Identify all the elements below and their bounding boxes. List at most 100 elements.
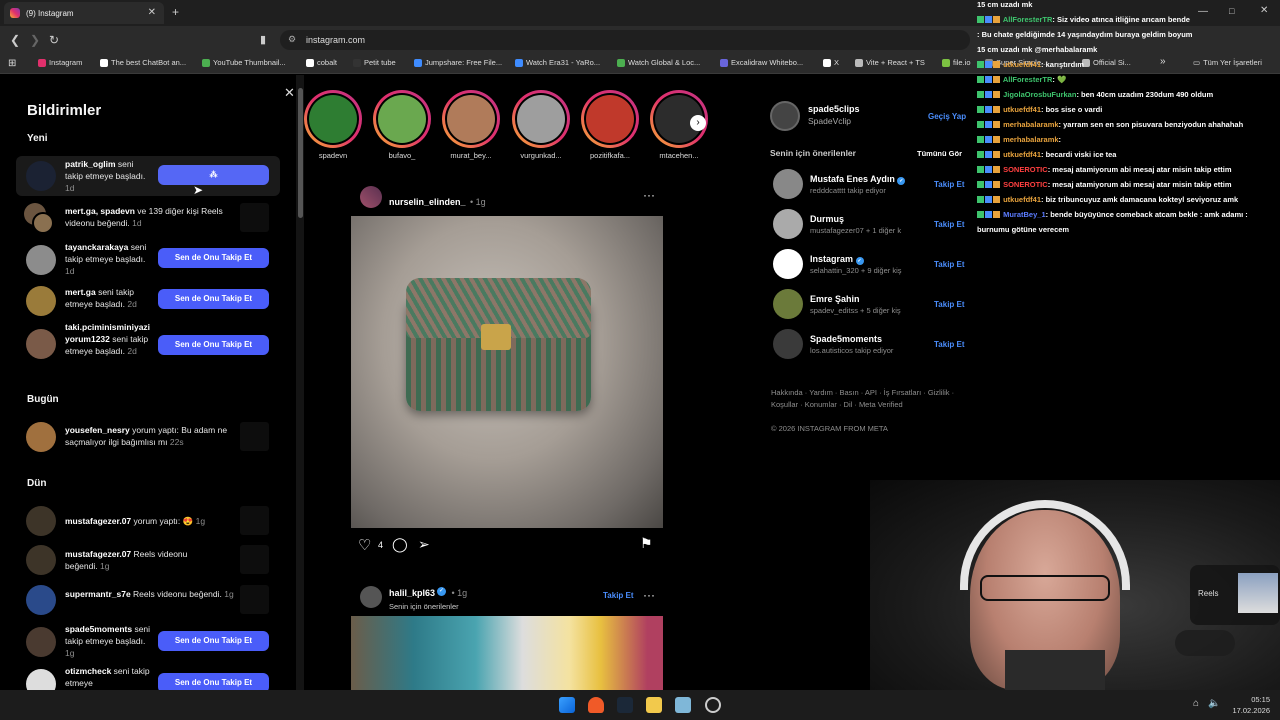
- notification-item[interactable]: yousefen_nesry yorum yaptı: Bu adam ne s…: [16, 421, 280, 455]
- footer-links[interactable]: Hakkında · Yardım · Basın · API · İş Fır…: [771, 387, 961, 411]
- start-icon[interactable]: [559, 697, 575, 713]
- profile-avatar[interactable]: [770, 101, 800, 131]
- bookmark-item[interactable]: cobalt: [306, 58, 337, 67]
- notification-item[interactable]: patrik_oglim seni takip etmeye başladı. …: [16, 156, 280, 196]
- avatar[interactable]: [26, 422, 56, 452]
- brave-browser-icon[interactable]: [588, 697, 604, 713]
- forward-icon[interactable]: ❯: [30, 33, 40, 47]
- avatar[interactable]: [26, 161, 56, 191]
- avatar[interactable]: [26, 627, 56, 657]
- notification-item[interactable]: spade5moments seni takip etmeye başladı.…: [16, 623, 280, 663]
- save-icon[interactable]: ⚑: [640, 535, 653, 552]
- avatar[interactable]: [26, 286, 56, 316]
- reel-thumbnail[interactable]: [240, 203, 269, 232]
- reel-thumbnail[interactable]: [240, 585, 269, 614]
- suggestion-name[interactable]: Mustafa Enes Aydın: [810, 174, 895, 184]
- notification-item[interactable]: tayanckarakaya seni takip etmeye başladı…: [16, 241, 280, 281]
- story-item[interactable]: vurgunkad...: [511, 90, 571, 160]
- suggestion-name[interactable]: Durmuş: [810, 214, 844, 224]
- avatar[interactable]: [32, 212, 54, 234]
- follow-button[interactable]: Takip Et: [934, 340, 965, 349]
- bookmark-item[interactable]: Watch Era31 - YaRo...: [515, 58, 600, 67]
- suggestion-avatar[interactable]: [773, 209, 803, 239]
- bookmark-item[interactable]: Excalidraw Whitebo...: [720, 58, 803, 67]
- network-icon[interactable]: ⌂: [1193, 698, 1199, 709]
- suggestion-name[interactable]: Spade5moments: [810, 334, 882, 344]
- post-avatar[interactable]: [360, 586, 382, 608]
- follow-button[interactable]: Takip Et: [934, 300, 965, 309]
- follow-back-button[interactable]: Sen de Onu Takip Et: [158, 673, 269, 690]
- suggestion-avatar[interactable]: [773, 169, 803, 199]
- notification-item[interactable]: mert.ga, spadevn ve 139 diğer kişi Reels…: [16, 201, 280, 237]
- avatar[interactable]: [26, 506, 56, 536]
- notification-item[interactable]: taki.pciminisminiyaziyorum1232 seni taki…: [16, 321, 280, 371]
- tab-instagram[interactable]: (9) Instagram ✕: [4, 2, 164, 24]
- image-viewer-icon[interactable]: [675, 697, 691, 713]
- more-options-icon[interactable]: ···: [643, 188, 655, 202]
- volume-icon[interactable]: 🔈: [1208, 698, 1220, 709]
- reels-popup[interactable]: Reels: [1190, 565, 1280, 625]
- notification-item[interactable]: otizmcheck seni takip etmeye Sen de Onu …: [16, 665, 280, 690]
- obs-icon[interactable]: [705, 697, 721, 713]
- story-item[interactable]: spadevn: [303, 90, 363, 160]
- avatar[interactable]: [26, 669, 56, 690]
- follow-back-button[interactable]: Sen de Onu Takip Et: [158, 289, 269, 309]
- notification-item[interactable]: mustafagezer.07 yorum yaptı: 😍 1g: [16, 505, 280, 537]
- bookmark-item[interactable]: Watch Global & Loc...: [617, 58, 700, 67]
- bookmark-item[interactable]: Petit tube: [353, 58, 396, 67]
- follow-back-button-loading[interactable]: ⁂: [158, 165, 269, 185]
- bookmark-item[interactable]: Instagram: [38, 58, 82, 67]
- post-username[interactable]: nurselin_elinden_: [389, 197, 466, 207]
- avatar[interactable]: [26, 329, 56, 359]
- share-icon[interactable]: ➢: [418, 536, 430, 553]
- close-icon[interactable]: ✕: [284, 85, 295, 101]
- reaction-avatars[interactable]: [1175, 630, 1235, 656]
- file-explorer-icon[interactable]: [646, 697, 662, 713]
- suggestion-name[interactable]: Instagram: [810, 254, 853, 264]
- follow-link[interactable]: Takip Et: [603, 591, 634, 600]
- story-item[interactable]: murat_bey...: [441, 90, 501, 160]
- reel-thumbnail[interactable]: [240, 506, 269, 535]
- like-icon[interactable]: ♡: [358, 536, 371, 554]
- follow-back-button[interactable]: Sen de Onu Takip Et: [158, 631, 269, 651]
- close-tab-icon[interactable]: ✕: [148, 7, 156, 18]
- switch-account-link[interactable]: Geçiş Yap: [928, 112, 966, 121]
- reload-icon[interactable]: ↻: [49, 33, 59, 47]
- post-image[interactable]: [351, 616, 663, 690]
- avatar[interactable]: [26, 585, 56, 615]
- post-image[interactable]: [351, 216, 663, 528]
- bookmark-item[interactable]: Vite + React + TS: [855, 58, 925, 67]
- notification-item[interactable]: mustafagezer.07 Reels videonu beğendi. 1…: [16, 544, 280, 576]
- follow-back-button[interactable]: Sen de Onu Takip Et: [158, 248, 269, 268]
- suggestion-name[interactable]: Emre Şahin: [810, 294, 860, 304]
- suggestion-avatar[interactable]: [773, 249, 803, 279]
- suggestion-avatar[interactable]: [773, 289, 803, 319]
- steam-icon[interactable]: [617, 697, 633, 713]
- profile-username[interactable]: spade5clips: [808, 103, 860, 115]
- system-clock[interactable]: 05:15 17.02.2026: [1224, 694, 1270, 716]
- story-item[interactable]: pozitifkafa...: [580, 90, 640, 160]
- back-icon[interactable]: ❮: [10, 33, 20, 47]
- new-tab-icon[interactable]: +: [172, 5, 179, 19]
- post-avatar[interactable]: [360, 186, 382, 208]
- follow-button[interactable]: Takip Et: [934, 180, 965, 189]
- story-item[interactable]: bufavo_: [372, 90, 432, 160]
- notification-item[interactable]: mert.ga seni takip etmeye başladı. 2d Se…: [16, 284, 280, 318]
- post-thumbnail[interactable]: [240, 422, 269, 451]
- bookmark-icon[interactable]: ▮: [260, 33, 266, 46]
- more-options-icon[interactable]: ···: [643, 588, 655, 602]
- bookmark-item[interactable]: file.io: [942, 58, 971, 67]
- bookmark-item[interactable]: The best ChatBot an...: [100, 58, 186, 67]
- post-username[interactable]: halil_kpl63: [389, 588, 435, 598]
- bookmark-item[interactable]: X: [823, 58, 839, 67]
- bookmark-item[interactable]: YouTube Thumbnail...: [202, 58, 286, 67]
- follow-button[interactable]: Takip Et: [934, 220, 965, 229]
- see-all-link[interactable]: Tümünü Gör: [917, 149, 962, 158]
- reel-thumbnail[interactable]: [240, 545, 269, 574]
- bookmark-item[interactable]: Jumpshare: Free File...: [414, 58, 502, 67]
- url-field[interactable]: ⚙ instagram.com: [280, 30, 970, 50]
- suggestion-avatar[interactable]: [773, 329, 803, 359]
- site-info-icon[interactable]: ⚙: [288, 34, 296, 45]
- story-next-icon[interactable]: ›: [690, 115, 706, 131]
- apps-grid-icon[interactable]: ⊞: [8, 58, 16, 69]
